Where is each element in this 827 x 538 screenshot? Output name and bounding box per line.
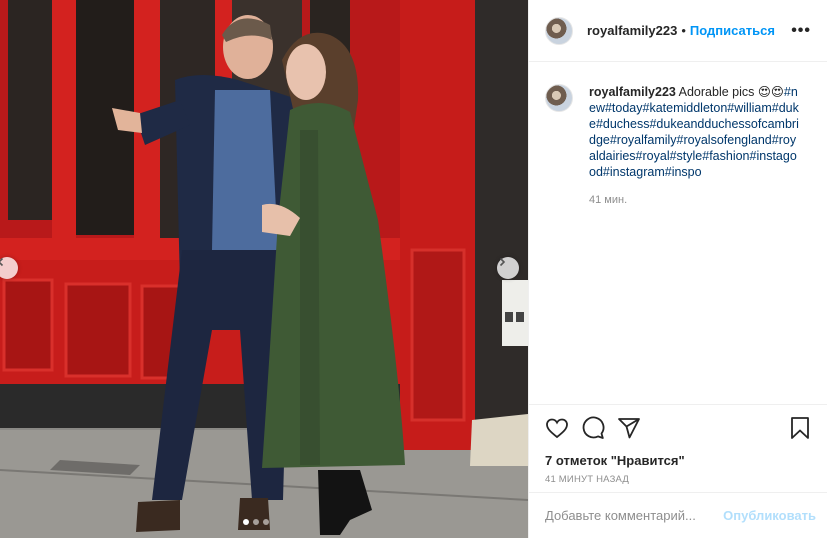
publish-button[interactable]: Опубликовать: [723, 508, 816, 523]
chevron-left-icon: [0, 257, 4, 267]
comments-list: royalfamily223 Adorable pics 😍😍#new#toda…: [529, 62, 827, 404]
caption-hashtags[interactable]: #new#today#katemiddleton#william#duke#du…: [589, 85, 799, 179]
caption-text: Adorable pics 😍😍: [675, 85, 784, 99]
post-photo[interactable]: [0, 0, 528, 538]
photo-illustration: [0, 0, 528, 538]
post-username[interactable]: royalfamily223: [587, 23, 677, 38]
carousel-dot: [253, 519, 259, 525]
caption-row: royalfamily223 Adorable pics 😍😍#new#toda…: [545, 84, 812, 180]
caption-time: 41 мин.: [589, 194, 628, 206]
bookmark-icon[interactable]: [788, 416, 812, 440]
carousel-next-button[interactable]: [497, 257, 519, 279]
caption: royalfamily223 Adorable pics 😍😍#new#toda…: [589, 84, 801, 180]
avatar[interactable]: [545, 16, 573, 45]
carousel-dot: [263, 519, 269, 525]
post-header: royalfamily223 • Подписаться •••: [529, 0, 827, 62]
carousel-dot: [243, 519, 249, 525]
likes-count[interactable]: 7 отметок "Нравится": [545, 453, 812, 468]
follow-button[interactable]: Подписаться: [690, 23, 775, 38]
share-icon[interactable]: [617, 416, 641, 440]
comment-form: Опубликовать: [529, 492, 827, 538]
carousel-indicator: [243, 519, 269, 525]
post-actions: 7 отметок "Нравится" 41 МИНУТ НАЗАД: [529, 404, 827, 500]
action-icons: [545, 415, 812, 441]
post-sidebar: royalfamily223 • Подписаться ••• royalfa…: [528, 0, 827, 538]
comment-icon[interactable]: [581, 416, 605, 440]
separator: •: [681, 23, 686, 38]
post-timestamp[interactable]: 41 МИНУТ НАЗАД: [545, 474, 812, 485]
heart-icon[interactable]: [545, 416, 569, 440]
comment-input[interactable]: [545, 508, 724, 523]
chevron-right-icon: [499, 257, 506, 267]
caption-username[interactable]: royalfamily223: [589, 85, 676, 99]
avatar[interactable]: [545, 84, 573, 112]
more-options-button[interactable]: •••: [791, 22, 811, 40]
